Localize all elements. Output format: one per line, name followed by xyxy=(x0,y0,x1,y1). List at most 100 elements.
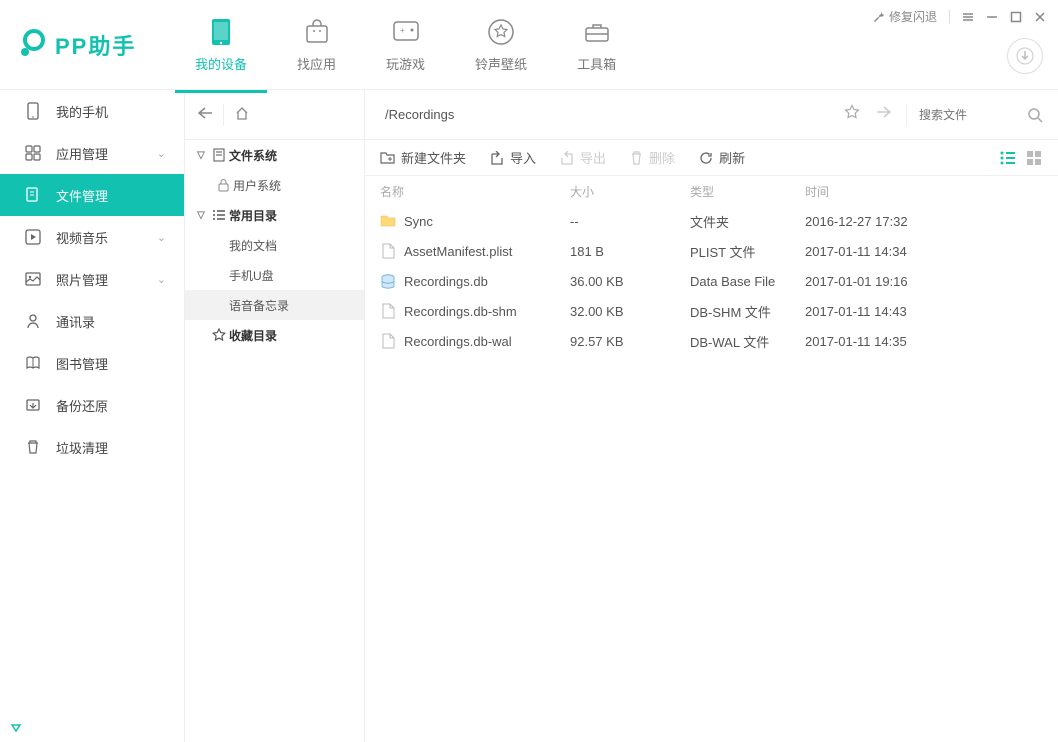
col-header-type[interactable]: 类型 xyxy=(690,183,805,200)
sidebar-item-books[interactable]: 图书管理 xyxy=(0,342,184,384)
file-time: 2017-01-01 19:16 xyxy=(805,274,1043,289)
file-type: DB-SHM 文件 xyxy=(690,302,805,321)
table-row[interactable]: AssetManifest.plist181 BPLIST 文件2017-01-… xyxy=(365,236,1058,266)
table-header: 名称 大小 类型 时间 xyxy=(365,176,1058,206)
file-name: Recordings.db xyxy=(404,274,488,289)
file-size: 92.57 KB xyxy=(570,334,690,349)
close-button[interactable] xyxy=(1034,11,1046,23)
list-view-button[interactable] xyxy=(999,149,1017,167)
sidebar-item-photo-manage[interactable]: 照片管理 ⌄ xyxy=(0,258,184,300)
lock-icon xyxy=(213,179,233,192)
folder-icon xyxy=(380,213,396,229)
new-folder-button[interactable]: 新建文件夹 xyxy=(380,148,466,167)
home-button[interactable] xyxy=(232,106,252,123)
grid-view-button[interactable] xyxy=(1025,149,1043,167)
search-input[interactable] xyxy=(919,108,1019,122)
nav-my-device[interactable]: 我的设备 xyxy=(195,16,247,73)
device-icon xyxy=(207,18,235,46)
file-size: -- xyxy=(570,214,690,229)
main-area: 我的手机 应用管理 ⌄ 文件管理 视频音乐 ⌄ 照片管理 ⌄ xyxy=(0,90,1058,742)
trash-icon xyxy=(24,438,42,456)
file-time: 2016-12-27 17:32 xyxy=(805,214,1043,229)
back-button[interactable] xyxy=(195,106,215,123)
tree-favorites[interactable]: 收藏目录 xyxy=(185,320,364,350)
file-time: 2017-01-11 14:43 xyxy=(805,304,1043,319)
tree-user-system[interactable]: 用户系统 xyxy=(185,170,364,200)
sidebar-item-video-music[interactable]: 视频音乐 ⌄ xyxy=(0,216,184,258)
table-row[interactable]: Recordings.db36.00 KBData Base File2017-… xyxy=(365,266,1058,296)
chevron-down-icon: ⌄ xyxy=(157,147,166,160)
arrow-left-icon xyxy=(197,106,213,120)
backup-icon xyxy=(24,396,42,414)
nav-label: 找应用 xyxy=(297,54,336,73)
tree-label: 我的文档 xyxy=(229,237,277,254)
minimize-button[interactable] xyxy=(986,11,998,23)
nav-label: 我的设备 xyxy=(195,54,247,73)
sidebar-item-backup[interactable]: 备份还原 xyxy=(0,384,184,426)
col-header-size[interactable]: 大小 xyxy=(570,183,690,200)
sidebar-item-trash-clean[interactable]: 垃圾清理 xyxy=(0,426,184,468)
delete-icon xyxy=(630,151,643,165)
refresh-icon xyxy=(699,151,713,165)
maximize-button[interactable] xyxy=(1010,11,1022,23)
sidebar-label: 图书管理 xyxy=(56,354,108,373)
star-icon xyxy=(209,328,229,342)
table-row[interactable]: Sync--文件夹2016-12-27 17:32 xyxy=(365,206,1058,236)
search-box xyxy=(919,107,1043,123)
collapse-sidebar-button[interactable] xyxy=(10,720,22,738)
tree-common-dir[interactable]: ▽ 常用目录 xyxy=(185,200,364,230)
tree-phone-usb[interactable]: 手机U盘 xyxy=(185,260,364,290)
download-icon xyxy=(1016,47,1034,65)
sidebar-item-file-manage[interactable]: 文件管理 xyxy=(0,174,184,216)
tree-file-system[interactable]: ▽ 文件系统 xyxy=(185,140,364,170)
table-row[interactable]: Recordings.db-shm32.00 KBDB-SHM 文件2017-0… xyxy=(365,296,1058,326)
forward-button[interactable] xyxy=(874,105,894,124)
nav-toolbox[interactable]: 工具箱 xyxy=(577,16,616,73)
table-row[interactable]: Recordings.db-wal92.57 KBDB-WAL 文件2017-0… xyxy=(365,326,1058,356)
file-type: 文件夹 xyxy=(690,212,805,231)
sidebar-item-contacts[interactable]: 通讯录 xyxy=(0,300,184,342)
file-size: 32.00 KB xyxy=(570,304,690,319)
nav-play-games[interactable]: + 玩游戏 xyxy=(386,16,425,73)
col-header-name[interactable]: 名称 xyxy=(380,183,570,200)
tree-voice-memo[interactable]: 语音备忘录 xyxy=(185,290,364,320)
tree-my-docs[interactable]: 我的文档 xyxy=(185,230,364,260)
search-icon[interactable] xyxy=(1027,107,1043,123)
nav-ringtone-wallpaper[interactable]: 铃声壁纸 xyxy=(475,16,527,73)
home-icon xyxy=(235,106,249,120)
sidebar-label: 照片管理 xyxy=(56,270,108,289)
file-time: 2017-01-11 14:34 xyxy=(805,244,1043,259)
tree-label: 手机U盘 xyxy=(229,267,274,284)
sidebar-label: 通讯录 xyxy=(56,312,95,331)
book-icon xyxy=(24,354,42,372)
nav-label: 铃声壁纸 xyxy=(475,54,527,73)
col-header-time[interactable]: 时间 xyxy=(805,183,1043,200)
sidebar: 我的手机 应用管理 ⌄ 文件管理 视频音乐 ⌄ 照片管理 ⌄ xyxy=(0,90,185,742)
import-icon xyxy=(490,151,504,165)
import-button[interactable]: 导入 xyxy=(490,148,536,167)
view-toggle xyxy=(999,149,1043,167)
tree-label: 收藏目录 xyxy=(229,327,277,344)
svg-text:+: + xyxy=(400,26,405,35)
files-icon xyxy=(24,186,42,204)
file-name: Recordings.db-wal xyxy=(404,334,512,349)
file-time: 2017-01-11 14:35 xyxy=(805,334,1043,349)
tree-label: 用户系统 xyxy=(233,177,281,194)
nav-find-apps[interactable]: 找应用 xyxy=(297,16,336,73)
doc-icon xyxy=(209,148,229,162)
download-button[interactable] xyxy=(1007,38,1043,74)
sidebar-label: 应用管理 xyxy=(56,144,108,163)
arrow-right-icon xyxy=(876,105,892,119)
refresh-button[interactable]: 刷新 xyxy=(699,148,745,167)
sidebar-item-app-manage[interactable]: 应用管理 ⌄ xyxy=(0,132,184,174)
fix-crash-button[interactable]: 修复闪退 xyxy=(873,8,937,25)
file-view: /Recordings xyxy=(365,90,1058,742)
play-icon xyxy=(24,228,42,246)
sidebar-item-my-phone[interactable]: 我的手机 xyxy=(0,90,184,132)
favorite-button[interactable] xyxy=(842,104,862,125)
file-name: AssetManifest.plist xyxy=(404,244,512,259)
tree-label: 文件系统 xyxy=(229,147,277,164)
export-icon xyxy=(560,151,574,165)
menu-button[interactable] xyxy=(962,11,974,23)
contacts-icon xyxy=(24,312,42,330)
